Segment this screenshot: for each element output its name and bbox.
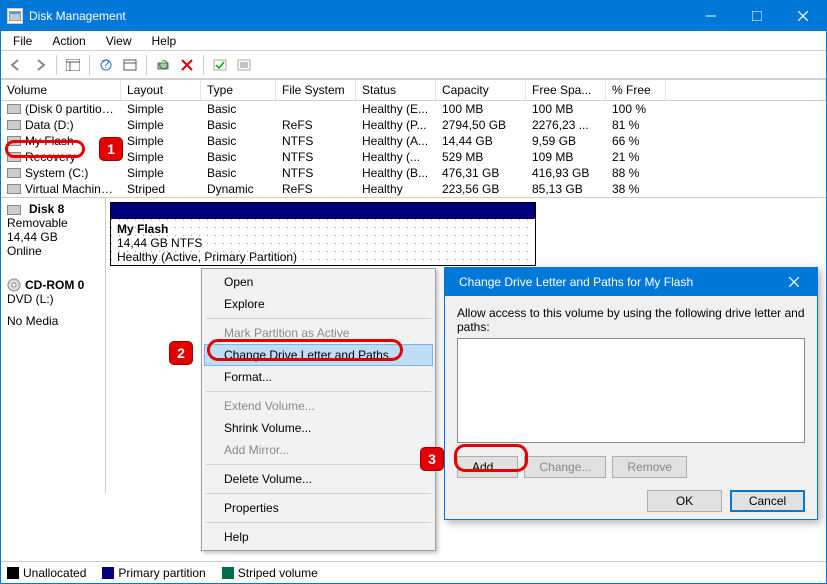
drive-icon [7,104,21,114]
disk-8-entry[interactable]: Disk 8 Removable 14,44 GB Online [7,202,99,258]
maximize-button[interactable] [734,1,780,31]
volume-list-header[interactable]: Volume Layout Type File System Status Ca… [1,79,826,101]
menu-view[interactable]: View [98,33,140,49]
col-layout[interactable]: Layout [121,80,201,100]
cdrom-entry[interactable]: CD-ROM 0 DVD (L:) No Media [7,278,99,328]
drive-icon [7,168,21,178]
legend-striped: Striped volume [238,566,318,580]
toolbar-back-button[interactable] [5,54,27,76]
ctx-help[interactable]: Help [204,526,433,548]
legend-primary: Primary partition [118,566,205,580]
dialog-remove-button: Remove [612,456,687,478]
disk-list-pane: Disk 8 Removable 14,44 GB Online CD-ROM … [1,198,106,493]
ctx-extend: Extend Volume... [204,395,433,417]
ctx-open[interactable]: Open [204,271,433,293]
toolbar-check-button[interactable] [209,54,231,76]
legend: Unallocated Primary partition Striped vo… [1,561,826,583]
annotation-marker-1: 1 [99,137,123,161]
title-bar[interactable]: Disk Management [1,1,826,31]
col-pct[interactable]: % Free [606,80,666,100]
annotation-ring-2 [207,339,403,361]
dialog-close-button[interactable] [771,267,817,297]
annotation-marker-2: 2 [169,341,193,365]
disk-state: Online [7,244,99,258]
volume-row[interactable]: RecoverySimpleBasicNTFSHealthy (...529 M… [1,149,826,165]
ctx-properties[interactable]: Properties [204,497,433,519]
part-name: My Flash [117,222,529,236]
col-free[interactable]: Free Spa... [526,80,606,100]
menu-file[interactable]: File [5,33,40,49]
toolbar-settings-button[interactable] [119,54,141,76]
drive-icon [7,184,21,194]
toolbar-list-button[interactable] [233,54,255,76]
volume-row[interactable]: Data (D:)SimpleBasicReFSHealthy (P...279… [1,117,826,133]
partition-my-flash[interactable]: My Flash 14,44 GB NTFS Healthy (Active, … [110,202,536,266]
col-type[interactable]: Type [201,80,276,100]
menu-bar: File Action View Help [1,31,826,51]
context-menu: Open Explore Mark Partition as Active Ch… [201,268,436,551]
volume-row[interactable]: System (C:)SimpleBasicNTFSHealthy (B...4… [1,165,826,181]
partition-header-bar [111,203,535,219]
close-button[interactable] [780,1,826,31]
toolbar-help-button[interactable]: ? [95,54,117,76]
ctx-mirror: Add Mirror... [204,439,433,461]
part-line3: Healthy (Active, Primary Partition) [117,250,529,264]
part-line2: 14,44 GB NTFS [117,236,529,250]
volume-row[interactable]: My FlashSimpleBasicNTFSHealthy (A...14,4… [1,133,826,149]
col-volume[interactable]: Volume [1,80,121,100]
ctx-format[interactable]: Format... [204,366,433,388]
col-status[interactable]: Status [356,80,436,100]
menu-help[interactable]: Help [144,33,185,49]
ctx-shrink[interactable]: Shrink Volume... [204,417,433,439]
dialog-change-button: Change... [524,456,606,478]
app-icon [7,8,23,24]
volume-row[interactable]: (Disk 0 partition 2)SimpleBasicHealthy (… [1,101,826,117]
toolbar-view-button[interactable] [62,54,84,76]
volume-row[interactable]: Virtual Machines (...StripedDynamicReFSH… [1,181,826,197]
toolbar-forward-button[interactable] [29,54,51,76]
drive-icon [7,120,21,130]
toolbar: ? [1,51,826,79]
volume-list: Volume Layout Type File System Status Ca… [1,79,826,198]
annotation-ring-3 [454,444,528,472]
ctx-explore[interactable]: Explore [204,293,433,315]
disk-type: Removable [7,216,99,230]
disc-icon [7,278,21,292]
dialog-cancel-button[interactable]: Cancel [730,490,805,512]
change-paths-dialog: Change Drive Letter and Paths for My Fla… [444,267,818,520]
col-filesystem[interactable]: File System [276,80,356,100]
menu-action[interactable]: Action [44,33,93,49]
window-title: Disk Management [29,9,688,23]
annotation-marker-3: 3 [420,447,444,471]
disk-label: Disk 8 [29,202,64,216]
minimize-button[interactable] [688,1,734,31]
cdrom-label: CD-ROM 0 [25,278,84,292]
svg-text:?: ? [103,59,110,71]
dialog-ok-button[interactable]: OK [647,490,722,512]
dialog-text: Allow access to this volume by using the… [457,306,805,334]
annotation-ring-1 [5,140,85,158]
toolbar-delete-button[interactable] [176,54,198,76]
paths-listbox[interactable] [457,338,805,443]
col-capacity[interactable]: Capacity [436,80,526,100]
dialog-title: Change Drive Letter and Paths for My Fla… [451,275,771,289]
ctx-delete[interactable]: Delete Volume... [204,468,433,490]
toolbar-refresh-button[interactable] [152,54,174,76]
legend-unalloc: Unallocated [23,566,86,580]
cdrom-type: DVD (L:) [7,292,99,306]
disk-size: 14,44 GB [7,230,99,244]
cdrom-state: No Media [7,314,99,328]
